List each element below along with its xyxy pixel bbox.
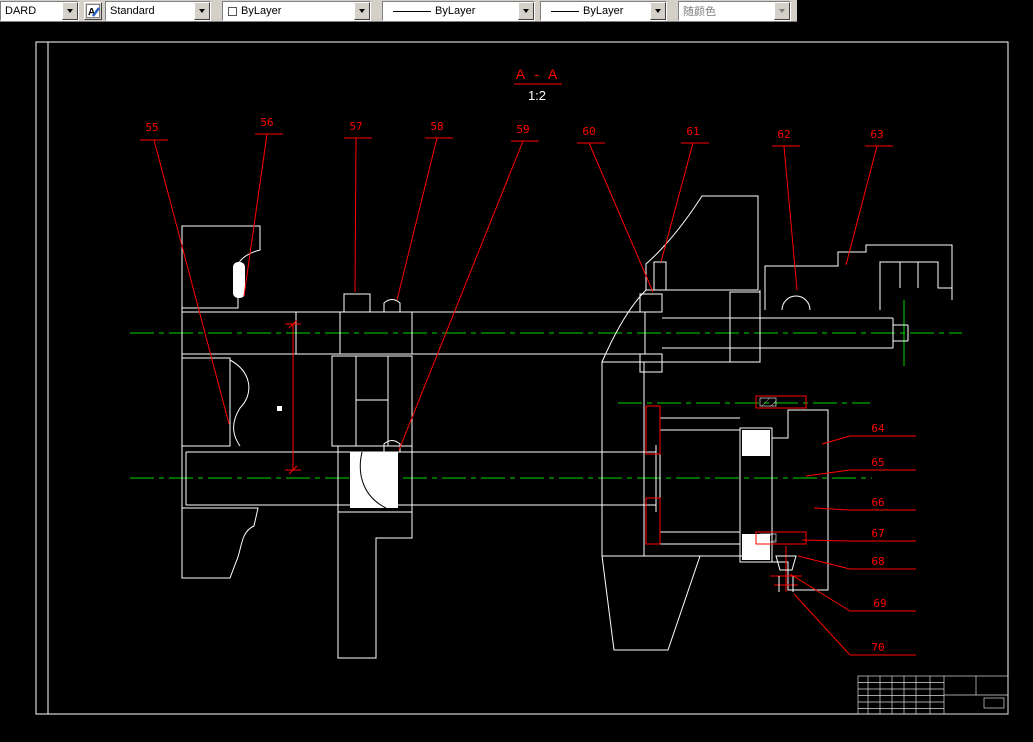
callout-56: 56	[243, 116, 283, 297]
callout-label: 59	[516, 123, 529, 136]
plotstyle-value: 随颜色	[683, 6, 716, 18]
callout-label: 61	[686, 125, 699, 138]
callout-label: 68	[871, 555, 884, 568]
color-value: ByLayer	[241, 5, 282, 17]
drawing-canvas[interactable]: A - A 1:2 55 56 57 58 59 60 61 62 63 64 …	[0, 22, 1033, 737]
callout-66: 66	[813, 496, 916, 511]
section-title: A - A 1:2	[514, 66, 562, 103]
left-wheel-part	[181, 225, 261, 579]
callout-label: 70	[871, 641, 884, 654]
text-style-button[interactable]: A	[84, 2, 102, 20]
linetype-sample-icon	[393, 10, 431, 12]
chevron-down-icon[interactable]	[354, 2, 370, 20]
callout-55: 55	[140, 121, 230, 425]
cad-drawing: A - A 1:2 55 56 57 58 59 60 61 62 63 64 …	[35, 41, 1009, 715]
callout-59: 59	[398, 123, 539, 451]
text-style-icon: A	[86, 4, 100, 18]
chevron-down-icon	[774, 2, 790, 20]
title-block	[857, 675, 1009, 715]
dimension-marks	[285, 319, 301, 475]
chevron-down-icon[interactable]	[62, 2, 78, 20]
callout-label: 58	[430, 120, 443, 133]
callout-label: 63	[870, 128, 883, 141]
plotstyle-combo[interactable]: 随颜色	[678, 1, 791, 21]
linetype-combo[interactable]: ByLayer	[382, 1, 535, 21]
top-right-bracket	[764, 244, 953, 311]
callout-65: 65	[805, 456, 916, 477]
callout-68: 68	[797, 555, 916, 570]
callout-60: 60	[577, 125, 654, 293]
chevron-down-icon[interactable]	[518, 2, 534, 20]
section-scale: 1:2	[528, 88, 546, 103]
properties-toolbar: DARD A Standard ByLayer ByLayer ByLayer …	[0, 0, 797, 22]
callout-label: 55	[145, 121, 158, 134]
lineweight-sample-icon	[551, 10, 579, 12]
dimstyle-combo[interactable]: DARD	[0, 1, 79, 21]
callout-label: 57	[349, 120, 362, 133]
gear-column	[331, 355, 413, 659]
callout-label: 62	[777, 128, 790, 141]
lineweight-combo[interactable]: ByLayer	[540, 1, 667, 21]
dimstyle-value: DARD	[5, 5, 37, 17]
callout-label: 64	[871, 422, 885, 435]
callout-70: 70	[793, 593, 916, 656]
right-housing	[601, 195, 761, 651]
chevron-down-icon[interactable]	[650, 2, 666, 20]
callout-label: 65	[871, 456, 884, 469]
callout-69: 69	[789, 573, 916, 612]
callout-63: 63	[845, 128, 893, 266]
callout-64: 64	[821, 422, 916, 445]
callout-label: 56	[260, 116, 273, 129]
linetype-value: ByLayer	[435, 5, 476, 17]
section-label: A - A	[516, 66, 561, 82]
chevron-down-icon[interactable]	[194, 2, 210, 20]
color-combo[interactable]: ByLayer	[222, 1, 371, 21]
cursor-pickbox	[277, 406, 282, 411]
callout-58: 58	[396, 120, 453, 301]
textstyle-combo[interactable]: Standard	[105, 1, 211, 21]
callout-67: 67	[801, 527, 916, 542]
lineweight-value: ByLayer	[583, 5, 624, 17]
callout-57: 57	[344, 120, 372, 293]
callout-label: 60	[582, 125, 595, 138]
centerlines	[130, 300, 962, 479]
lower-shaft	[185, 440, 657, 512]
bearing-assembly	[645, 395, 829, 592]
textstyle-value: Standard	[110, 5, 155, 17]
callout-label: 67	[871, 527, 884, 540]
callout-label: 69	[873, 597, 886, 610]
color-swatch-icon	[228, 6, 237, 16]
callout-label: 66	[871, 496, 884, 509]
